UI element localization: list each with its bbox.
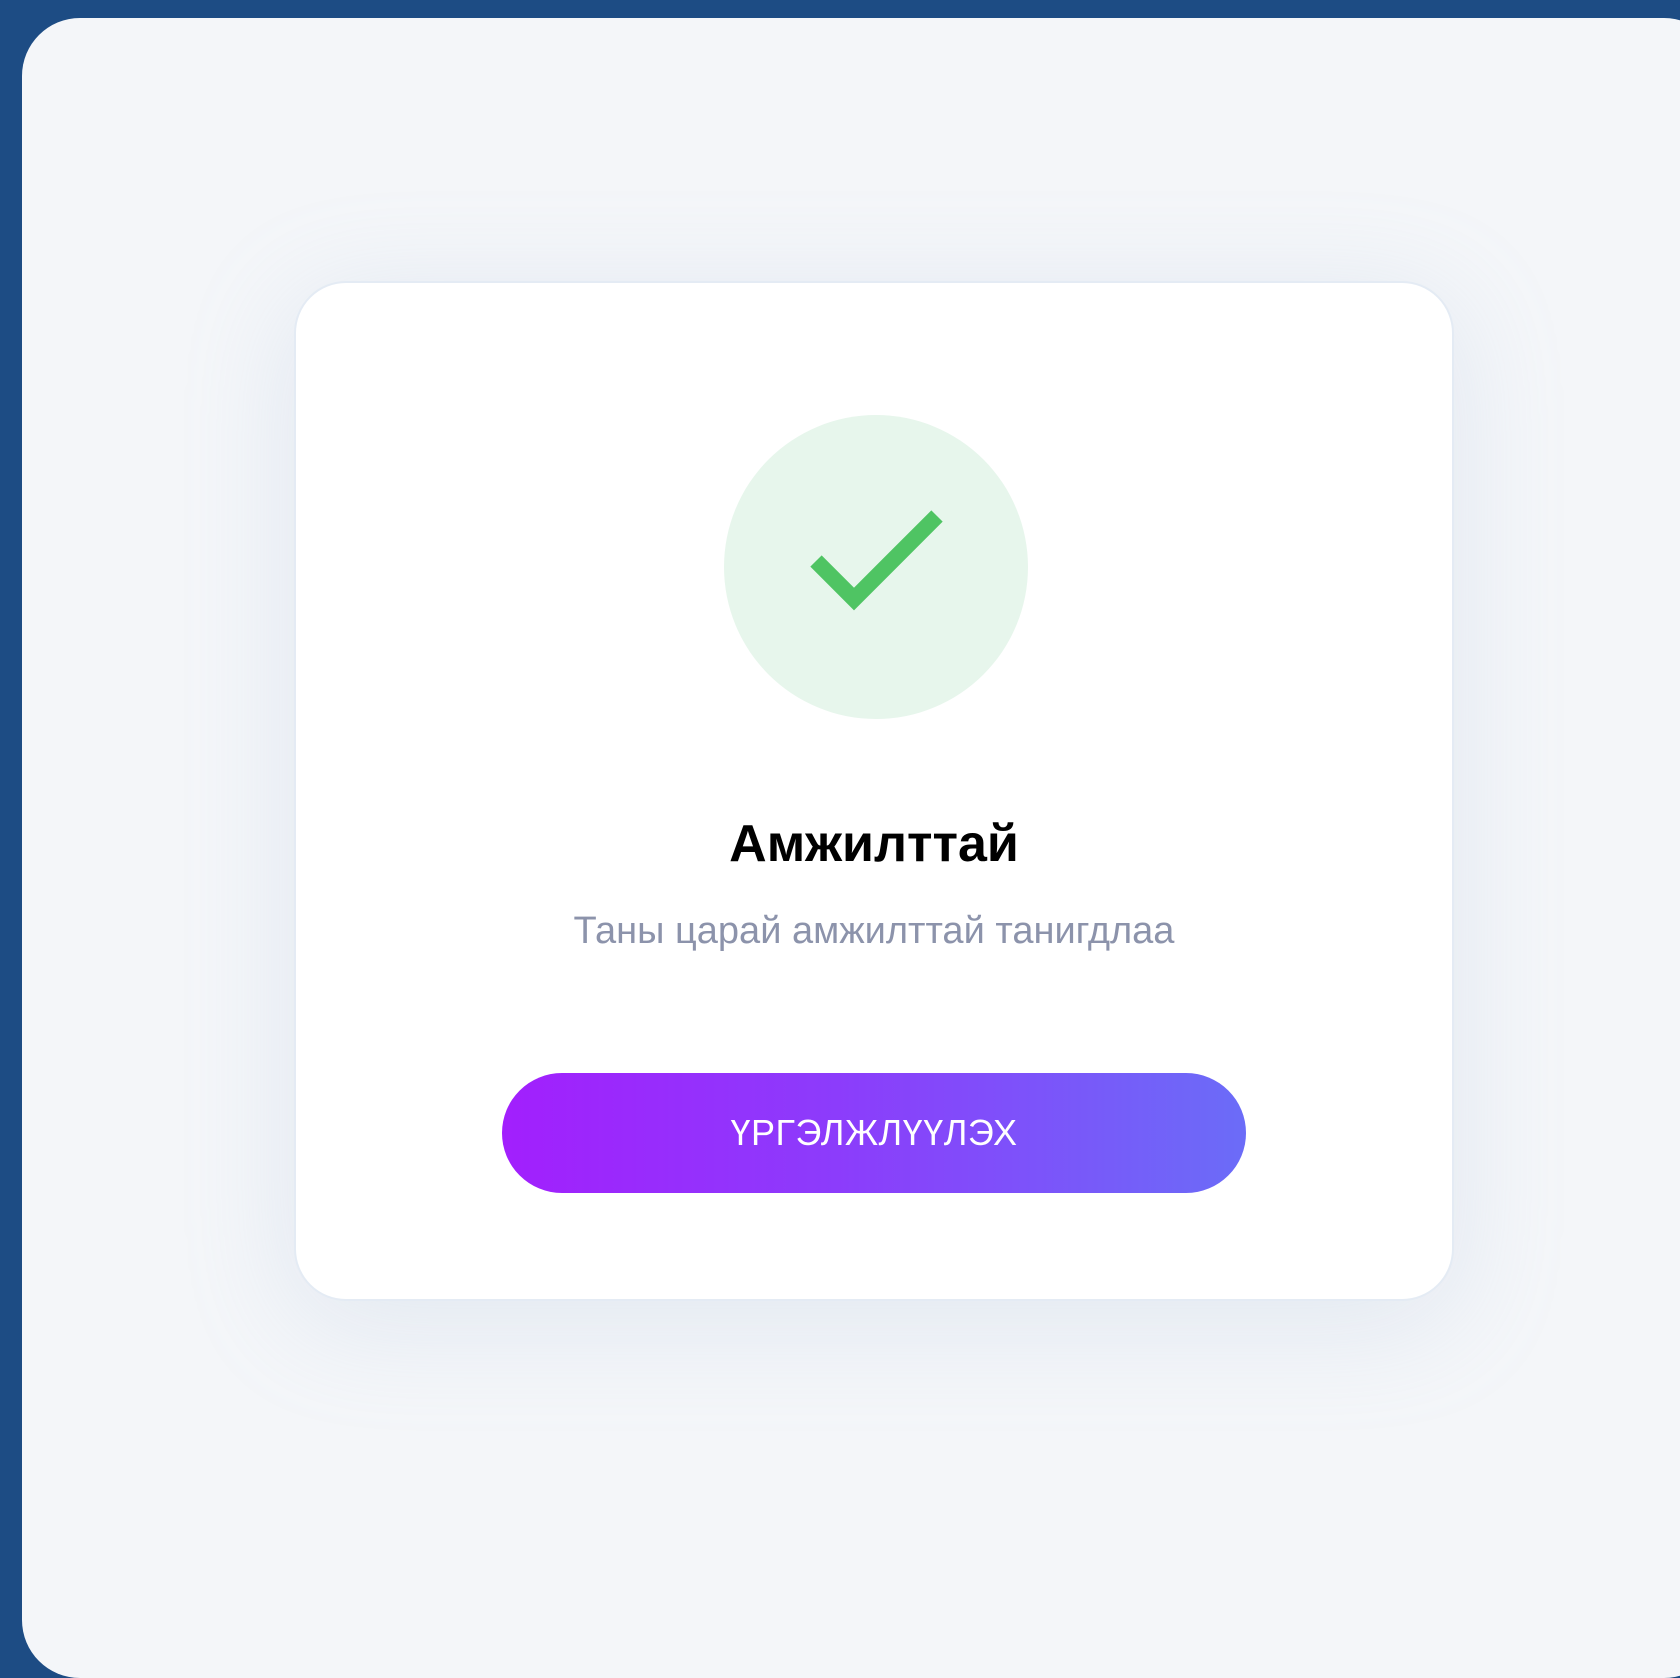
success-title: Амжилттай — [729, 815, 1019, 873]
success-message: Таны царай амжилттай танигдлаа — [573, 910, 1175, 952]
success-dialog: Амжилттай Таны царай амжилттай танигдлаа… — [294, 281, 1454, 1301]
success-status — [724, 415, 1028, 719]
check-icon — [810, 510, 943, 611]
app-window: Амжилттай Таны царай амжилттай танигдлаа… — [22, 18, 1680, 1678]
continue-button[interactable]: ҮРГЭЛЖЛҮҮЛЭХ — [502, 1073, 1246, 1193]
